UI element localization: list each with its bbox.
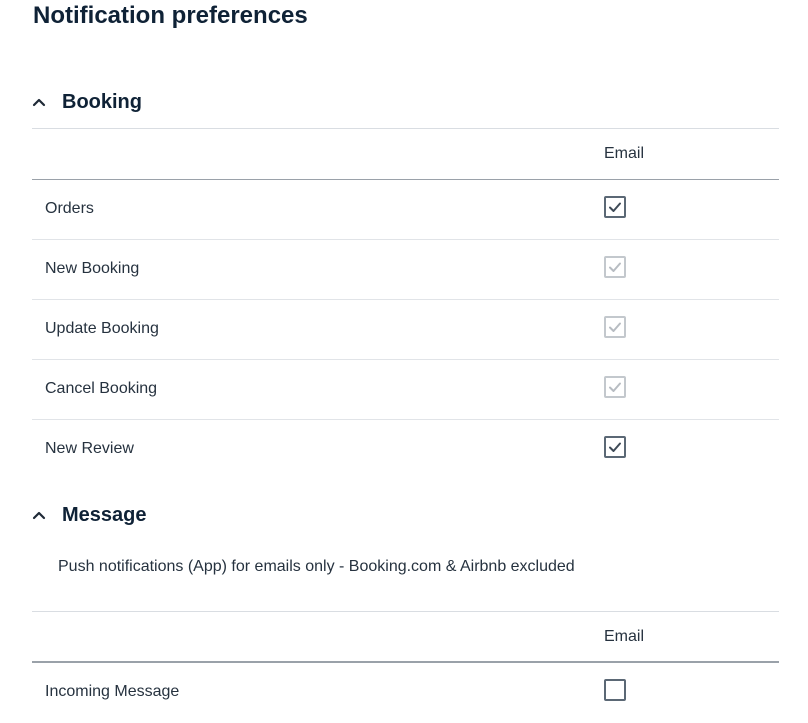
table-row-new-booking: New Booking bbox=[32, 240, 779, 300]
row-label: Update Booking bbox=[45, 320, 159, 337]
table-row-orders: Orders bbox=[32, 180, 779, 240]
email-checkbox-update-booking bbox=[604, 316, 626, 338]
column-header-email: Email bbox=[604, 628, 645, 645]
message-note: Push notifications (App) for emails only… bbox=[58, 558, 575, 575]
row-label: Cancel Booking bbox=[45, 380, 158, 397]
row-label: Orders bbox=[45, 200, 94, 217]
booking-table-header: Email bbox=[32, 128, 779, 180]
section-header-message[interactable]: Message bbox=[32, 500, 779, 530]
page-title: Notification preferences bbox=[33, 2, 308, 29]
table-row-cancel-booking: Cancel Booking bbox=[32, 360, 779, 420]
row-label: Incoming Message bbox=[45, 683, 180, 700]
checkmark-icon bbox=[609, 322, 621, 332]
message-table: Email Incoming Message bbox=[32, 611, 779, 723]
checkmark-icon bbox=[609, 382, 621, 392]
booking-table: Email Orders New Booking Update Booking … bbox=[32, 128, 779, 480]
table-row-new-review: New Review bbox=[32, 420, 779, 480]
chevron-up-icon bbox=[32, 500, 62, 530]
chevron-up-icon bbox=[32, 87, 62, 117]
table-row-incoming-message: Incoming Message bbox=[32, 663, 779, 723]
row-label: New Booking bbox=[45, 260, 140, 277]
email-checkbox-cancel-booking bbox=[604, 376, 626, 398]
table-row-update-booking: Update Booking bbox=[32, 300, 779, 360]
section-title-booking: Booking bbox=[62, 90, 142, 113]
checkmark-icon bbox=[609, 442, 621, 452]
checkmark-icon bbox=[609, 262, 621, 272]
email-checkbox-incoming-message[interactable] bbox=[604, 679, 626, 701]
column-header-email: Email bbox=[604, 145, 645, 162]
message-table-header: Email bbox=[32, 611, 779, 663]
row-label: New Review bbox=[45, 440, 134, 457]
email-checkbox-orders[interactable] bbox=[604, 196, 626, 218]
email-checkbox-new-booking bbox=[604, 256, 626, 278]
email-checkbox-new-review[interactable] bbox=[604, 436, 626, 458]
section-title-message: Message bbox=[62, 503, 147, 526]
checkmark-icon bbox=[609, 202, 621, 212]
section-header-booking[interactable]: Booking bbox=[32, 87, 779, 117]
